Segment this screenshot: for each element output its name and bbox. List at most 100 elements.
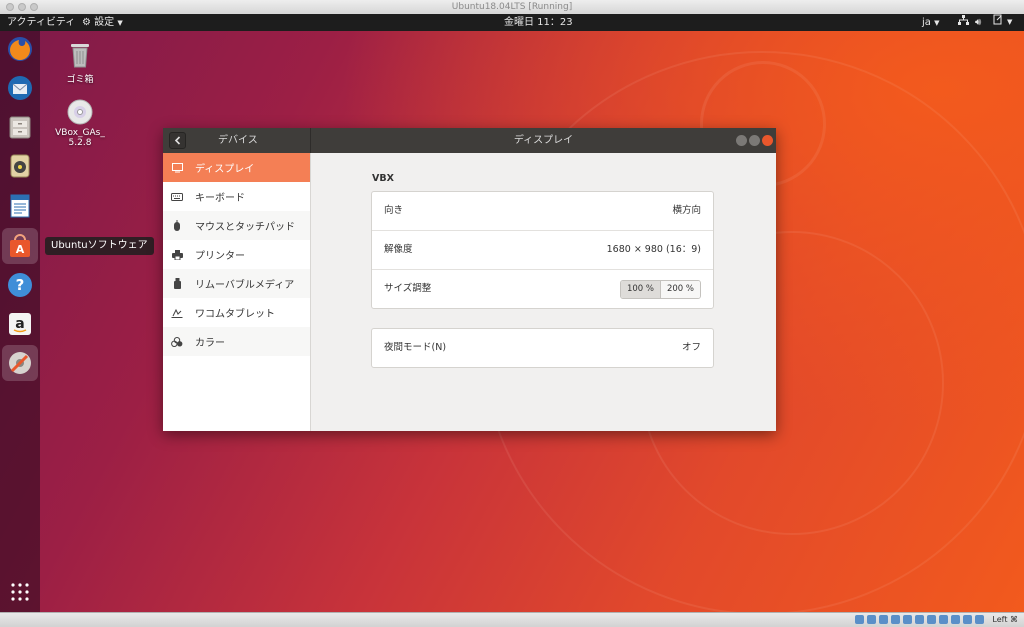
usb-icon[interactable] <box>903 615 912 624</box>
sidebar-item-printers[interactable]: プリンター <box>163 240 310 269</box>
audio-icon[interactable] <box>879 615 888 624</box>
sidebar-item-keyboard[interactable]: キーボード <box>163 182 310 211</box>
sidebar-item-label: リムーバブルメディア <box>195 280 295 291</box>
file-cabinet-icon <box>9 116 31 139</box>
resolution-row[interactable]: 解像度 1680 × 980 (16：9) <box>372 231 713 270</box>
vbox-status-bar: Left ⌘ <box>0 612 1024 627</box>
app-menu-label: 設定 <box>94 17 115 28</box>
color-circles-icon <box>171 336 183 348</box>
sidebar-header-title: デバイス <box>218 135 258 146</box>
window-title: ディスプレイ <box>513 135 574 146</box>
svg-text:a: a <box>15 316 24 332</box>
speaker-icon <box>10 154 30 178</box>
language-label: ja <box>922 17 931 28</box>
sidebar-item-color[interactable]: カラー <box>163 327 310 356</box>
night-light-label: 夜間モード(N) <box>384 342 447 353</box>
network-adapter-icon[interactable] <box>891 615 900 624</box>
rhythmbox-launcher[interactable] <box>5 151 35 181</box>
display-settings-content: VBX 向き 横方向 解像度 1680 × 980 (16：9) サイズ調整 1… <box>311 153 776 431</box>
thunderbird-launcher[interactable] <box>5 73 35 103</box>
cpu-icon[interactable] <box>951 615 960 624</box>
scale-toggle-group: 100 % 200 % <box>619 280 701 299</box>
firefox-launcher[interactable] <box>5 34 35 64</box>
display-settings-panel: 向き 横方向 解像度 1680 × 980 (16：9) サイズ調整 100 %… <box>371 191 714 309</box>
software-bag-icon: A <box>10 234 30 257</box>
keyboard-capture-icon[interactable] <box>975 615 984 624</box>
vbox-disc-desktop-icon[interactable]: VBox_GAs_ 5.2.8 <box>50 99 110 148</box>
help-icon: ? <box>8 273 32 297</box>
scale-label: サイズ調整 <box>384 283 432 294</box>
activities-button[interactable]: アクティビティ <box>7 14 75 31</box>
clock[interactable]: 金曜日 11：23 <box>504 14 573 31</box>
trash-desktop-icon[interactable]: ゴミ箱 <box>50 41 110 85</box>
mouse-icon <box>171 220 183 232</box>
scale-100-button[interactable]: 100 % <box>620 281 661 298</box>
display-icon <box>171 162 183 174</box>
settings-window: デバイス ディスプレイ ディスプレイ キーボード マウスとタッチパッド プリンタ… <box>163 128 776 431</box>
network-icon[interactable] <box>958 14 969 31</box>
scale-row: サイズ調整 100 % 200 % <box>372 270 713 308</box>
orientation-value: 横方向 <box>672 205 701 216</box>
disc-icon <box>67 99 93 125</box>
help-launcher[interactable]: ? <box>5 270 35 300</box>
trash-icon <box>71 44 89 68</box>
orientation-row[interactable]: 向き 横方向 <box>372 192 713 231</box>
optical-drive-icon[interactable] <box>867 615 876 624</box>
shared-folder-icon[interactable] <box>915 615 924 624</box>
scale-200-button[interactable]: 200 % <box>660 281 700 298</box>
host-window-title: Ubuntu18.04LTS [Running] <box>451 2 573 12</box>
amazon-launcher[interactable]: a <box>5 309 35 339</box>
back-button[interactable] <box>169 132 186 149</box>
sidebar-headerbar: デバイス <box>163 128 311 153</box>
sidebar-item-display[interactable]: ディスプレイ <box>163 153 310 182</box>
trash-label: ゴミ箱 <box>66 75 94 85</box>
resolution-value: 1680 × 980 (16：9) <box>606 244 701 255</box>
sidebar-item-label: マウスとタッチパッド <box>195 222 295 233</box>
caret-down-icon: ▼ <box>934 19 940 27</box>
close-button[interactable] <box>762 135 773 146</box>
sidebar-item-wacom-tablet[interactable]: ワコムタブレット <box>163 298 310 327</box>
caret-down-icon: ▼ <box>117 19 123 27</box>
app-grid-icon <box>11 583 29 601</box>
sidebar-item-label: プリンター <box>195 251 245 262</box>
sidebar-item-label: キーボード <box>195 193 245 204</box>
settings-launcher[interactable] <box>2 345 38 381</box>
host-key-label: Left ⌘ <box>992 615 1018 624</box>
top-bar: アクティビティ ⚙ 設定 ▼ 金曜日 11：23 ja ▼ 🔊︎ ▼ <box>0 14 1024 31</box>
show-applications-button[interactable] <box>5 577 35 607</box>
app-menu[interactable]: ⚙ 設定 ▼ <box>82 14 123 32</box>
main-headerbar: ディスプレイ <box>311 128 776 153</box>
video-capture-icon[interactable] <box>939 615 948 624</box>
tablet-pen-icon <box>171 307 183 319</box>
resolution-label: 解像度 <box>384 244 413 255</box>
power-icon[interactable] <box>993 14 1003 31</box>
night-light-panel: 夜間モード(N) オフ <box>371 328 714 368</box>
night-light-row[interactable]: 夜間モード(N) オフ <box>372 329 713 367</box>
svg-text:?: ? <box>16 276 25 294</box>
ubuntu-software-launcher[interactable]: A <box>2 228 38 264</box>
document-icon <box>10 194 30 218</box>
svg-text:A: A <box>16 243 25 256</box>
thunderbird-icon <box>8 76 32 100</box>
writer-launcher[interactable] <box>5 191 35 221</box>
maximize-button[interactable] <box>749 135 760 146</box>
caret-down-icon[interactable]: ▼ <box>1007 14 1012 31</box>
mouse-integration-icon[interactable] <box>963 615 972 624</box>
files-launcher[interactable] <box>5 112 35 142</box>
sidebar: ディスプレイ キーボード マウスとタッチパッド プリンター リムーバブルメディア… <box>163 153 311 431</box>
dock-tooltip: Ubuntuソフトウェア <box>45 237 154 255</box>
language-indicator[interactable]: ja ▼ <box>922 14 939 32</box>
monitor-name: VBX <box>372 173 394 184</box>
sidebar-item-removable-media[interactable]: リムーバブルメディア <box>163 269 310 298</box>
sidebar-item-mouse-touchpad[interactable]: マウスとタッチパッド <box>163 211 310 240</box>
chevron-left-icon <box>174 136 181 145</box>
amazon-icon: a <box>9 313 31 335</box>
firefox-icon <box>8 37 32 61</box>
minimize-button[interactable] <box>736 135 747 146</box>
disc-label-line2: 5.2.8 <box>68 138 92 148</box>
hard-disk-icon[interactable] <box>855 615 864 624</box>
volume-icon[interactable]: 🔊︎ <box>975 14 981 31</box>
usb-drive-icon <box>171 278 183 290</box>
display-icon[interactable] <box>927 615 936 624</box>
night-light-value: オフ <box>681 342 701 353</box>
